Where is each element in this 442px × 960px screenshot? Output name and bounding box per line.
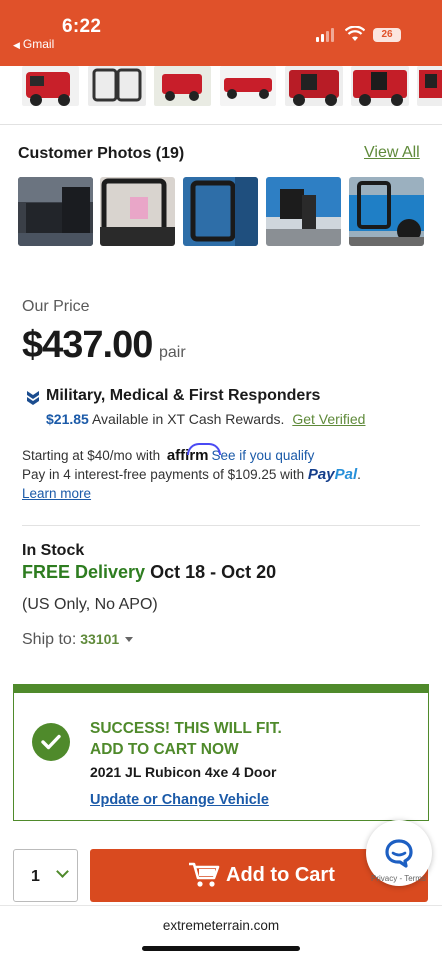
- fitment-call-to-action: ADD TO CART NOW: [90, 741, 239, 758]
- ship-to-selector[interactable]: Ship to: 33101: [22, 631, 134, 649]
- price-unit: pair: [159, 344, 186, 361]
- check-circle-icon: [32, 723, 70, 761]
- paypal-prefix: Pay in 4 interest-free payments of $109.…: [22, 467, 305, 482]
- learn-more-link[interactable]: Learn more: [22, 486, 91, 501]
- status-bar: 6:22 ◀ Gmail 26: [0, 0, 442, 66]
- ship-to-label: Ship to:: [22, 631, 77, 648]
- product-thumbnail[interactable]: [154, 66, 211, 106]
- privacy-terms-link[interactable]: Privacy - Terms: [371, 874, 426, 883]
- view-all-link[interactable]: View All: [364, 144, 420, 162]
- xt-cash-rewards-line: $21.85 Available in XT Cash Rewards. Get…: [46, 411, 365, 427]
- page-url: extremeterrain.com: [162, 918, 280, 933]
- section-divider: [22, 525, 420, 526]
- see-if-you-qualify-link[interactable]: See if you qualify: [212, 448, 315, 463]
- price-label: Our Price: [22, 298, 90, 315]
- product-thumbnail[interactable]: [417, 66, 442, 106]
- customer-photo[interactable]: [349, 177, 424, 246]
- product-thumbnail[interactable]: [88, 66, 146, 106]
- quantity-select[interactable]: 1: [13, 849, 78, 902]
- browser-address-bar[interactable]: extremeterrain.com: [0, 905, 442, 960]
- affirm-logo: affirm: [166, 447, 209, 464]
- home-indicator[interactable]: [142, 946, 300, 951]
- delivery-dates: Oct 18 - Oct 20: [150, 562, 277, 582]
- price-amount: $437.00: [22, 324, 153, 366]
- get-verified-link[interactable]: Get Verified: [292, 411, 365, 427]
- shipping-restriction-note: (US Only, No APO): [22, 596, 158, 613]
- back-app-label: Gmail: [22, 37, 55, 51]
- battery-indicator: 26: [373, 28, 401, 42]
- customer-photo[interactable]: [183, 177, 258, 246]
- ship-to-zip[interactable]: 33101: [80, 631, 119, 647]
- shopping-cart-icon: [189, 862, 220, 887]
- wifi-icon: [345, 26, 365, 41]
- paypal-financing-line: Pay in 4 interest-free payments of $109.…: [22, 466, 361, 483]
- paypal-logo: PayPal: [307, 466, 358, 483]
- product-thumbnail[interactable]: [220, 66, 276, 106]
- chevron-down-icon: [56, 865, 69, 878]
- selected-vehicle: 2021 JL Rubicon 4xe 4 Door: [90, 764, 277, 780]
- caret-down-icon: [125, 637, 134, 643]
- xt-cash-amount: $21.85: [46, 411, 89, 427]
- product-thumbnail[interactable]: [285, 66, 343, 106]
- add-to-cart-label: Add to Cart: [226, 864, 335, 886]
- free-delivery-label: FREE Delivery: [22, 562, 146, 582]
- change-vehicle-link[interactable]: Update or Change Vehicle: [90, 792, 269, 808]
- military-chevron-icon: [27, 391, 39, 405]
- customer-photo[interactable]: [18, 177, 93, 246]
- affirm-financing-line: Starting at $40/mo with affirm See if you…: [22, 447, 314, 464]
- back-triangle-icon: ◀: [13, 40, 20, 50]
- military-discount-title: Military, Medical & First Responders: [46, 387, 321, 404]
- stock-status: In Stock: [22, 542, 85, 559]
- status-time: 6:22: [62, 16, 102, 37]
- back-to-app-link[interactable]: ◀ Gmail: [13, 37, 54, 51]
- section-divider: [0, 124, 442, 125]
- affirm-prefix: Starting at $40/mo with: [22, 448, 161, 463]
- paypal-suffix: .: [357, 467, 361, 482]
- customer-photos-title: Customer Photos (19): [18, 145, 185, 162]
- fitment-success-box: SUCCESS! THIS WILL FIT. ADD TO CART NOW …: [13, 684, 429, 821]
- product-thumbnail[interactable]: [351, 66, 409, 106]
- customer-photo[interactable]: [100, 177, 175, 246]
- cellular-signal-icon: [316, 28, 336, 42]
- chat-icon: [385, 839, 413, 868]
- fitment-success-title: SUCCESS! THIS WILL FIT.: [90, 720, 282, 737]
- customer-photo[interactable]: [266, 177, 341, 246]
- product-thumbnail[interactable]: [22, 66, 79, 106]
- product-image-thumbnails: [0, 66, 442, 110]
- xt-cash-text: Available in XT Cash Rewards.: [91, 411, 285, 427]
- quantity-value: 1: [31, 868, 40, 885]
- delivery-estimate: FREE Delivery Oct 18 - Oct 20: [22, 562, 276, 583]
